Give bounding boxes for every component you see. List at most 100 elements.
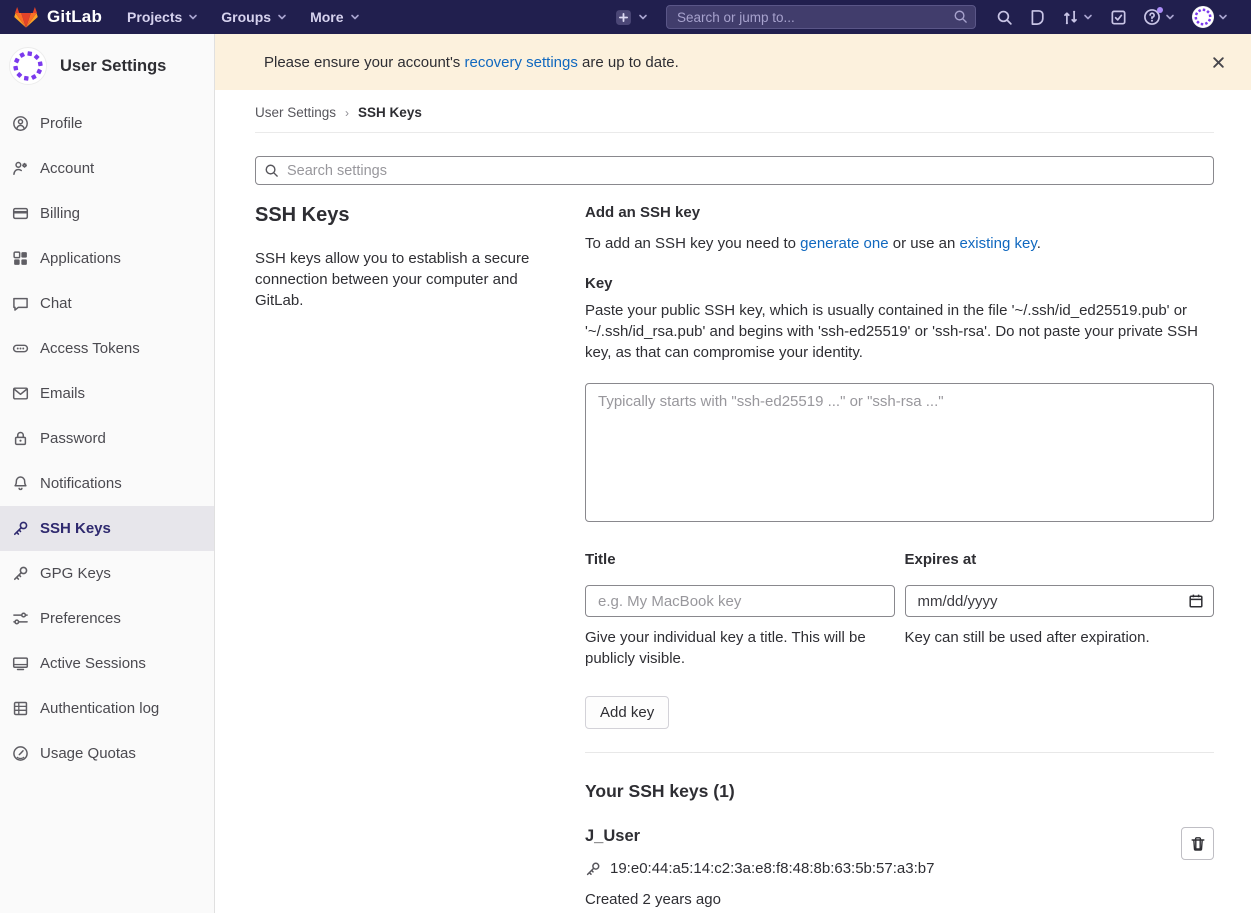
- ssh-key-item: J_User 19:e0:44:a5:14:c2:3a:e8:f8:48:8b:…: [585, 827, 1214, 913]
- search-icon: [996, 9, 1013, 26]
- profile-icon: [12, 115, 29, 132]
- sidebar-item[interactable]: Billing: [0, 191, 214, 236]
- add-ssh-key-intro: To add an SSH key you need to generate o…: [585, 235, 1214, 252]
- sidebar-item[interactable]: Preferences: [0, 596, 214, 641]
- section-form: Add an SSH key To add an SSH key you nee…: [585, 204, 1214, 913]
- sidebar-item-label: Access Tokens: [40, 340, 140, 357]
- breadcrumb-current: SSH Keys: [358, 105, 422, 120]
- usage-quotas-icon: [12, 745, 29, 762]
- sidebar-item-label: Active Sessions: [40, 655, 146, 672]
- search-icon: [264, 163, 279, 178]
- gitlab-logo-text: GitLab: [47, 7, 102, 27]
- delete-key-button[interactable]: [1181, 827, 1214, 860]
- chevron-down-icon: [1082, 11, 1094, 23]
- notifications-icon: [12, 475, 29, 492]
- billing-icon: [12, 205, 29, 222]
- settings-search-input[interactable]: [255, 156, 1214, 185]
- sidebar-item-label: Authentication log: [40, 700, 159, 717]
- expires-help-text: Key can still be used after expiration.: [905, 627, 1215, 648]
- existing-key-link[interactable]: existing key: [959, 235, 1036, 252]
- sidebar-item-label: Account: [40, 160, 94, 177]
- search-icon: [953, 9, 968, 24]
- section-info: SSH Keys SSH keys allow you to establish…: [255, 204, 585, 913]
- page-layout: User Settings Profile Account Billing: [0, 0, 1251, 913]
- title-help-text: Give your individual key a title. This w…: [585, 627, 895, 669]
- gpg-keys-icon: [12, 565, 29, 582]
- global-search-input[interactable]: [666, 5, 976, 29]
- ssh-key-fingerprint: 19:e0:44:a5:14:c2:3a:e8:f8:48:8b:63:5b:5…: [610, 860, 934, 877]
- close-icon: [1212, 56, 1225, 69]
- expires-label: Expires at: [905, 551, 1215, 568]
- sidebar-item-label: Billing: [40, 205, 80, 222]
- applications-icon: [12, 250, 29, 267]
- ssh-key-created: Created 2 years ago: [585, 891, 1154, 908]
- preferences-icon: [12, 610, 29, 627]
- sidebar-nav: Profile Account Billing Applications: [0, 101, 214, 776]
- title-field: Title Give your individual key a title. …: [585, 551, 895, 669]
- sidebar-item[interactable]: Chat: [0, 281, 214, 326]
- navbar-icon-button[interactable]: [1021, 0, 1054, 34]
- sidebar-item[interactable]: Notifications: [0, 461, 214, 506]
- chevron-right-icon: ›: [345, 106, 349, 120]
- calendar-icon[interactable]: [1188, 593, 1204, 609]
- navbar-menu[interactable]: Projects: [116, 0, 210, 34]
- sidebar-header: User Settings: [0, 34, 214, 101]
- ssh-keys-list: J_User 19:e0:44:a5:14:c2:3a:e8:f8:48:8b:…: [585, 827, 1214, 913]
- navbar-icon-button[interactable]: [988, 0, 1021, 34]
- chevron-down-icon: [637, 11, 649, 23]
- page-description: SSH keys allow you to establish a secure…: [255, 248, 540, 311]
- title-input[interactable]: [585, 585, 895, 617]
- gitlab-logo-icon: [14, 6, 38, 29]
- sidebar-item[interactable]: Access Tokens: [0, 326, 214, 371]
- expires-field: Expires at Key can still be used after e…: [905, 551, 1215, 669]
- chevron-down-icon: [276, 11, 288, 23]
- merge-requests-icon: [1062, 9, 1079, 26]
- navbar-icon-button[interactable]: [1054, 0, 1102, 34]
- sidebar-item[interactable]: Profile: [0, 101, 214, 146]
- plus-icon: [615, 9, 632, 26]
- expires-input[interactable]: [905, 585, 1215, 617]
- new-menu-button[interactable]: [606, 9, 658, 26]
- breadcrumb-user-settings[interactable]: User Settings: [255, 105, 336, 120]
- sidebar-item-label: Emails: [40, 385, 85, 402]
- generate-one-link[interactable]: generate one: [800, 235, 888, 252]
- sidebar-item-label: Profile: [40, 115, 83, 132]
- navbar-menu[interactable]: More: [299, 0, 371, 34]
- sidebar-item-label: Usage Quotas: [40, 745, 136, 762]
- sidebar-item[interactable]: Usage Quotas: [0, 731, 214, 776]
- navbar-icon-button[interactable]: [1135, 0, 1184, 34]
- page-title: SSH Keys: [255, 204, 585, 227]
- sidebar-item[interactable]: Applications: [0, 236, 214, 281]
- alert-dismiss-button[interactable]: [1206, 50, 1231, 75]
- sidebar-item[interactable]: Active Sessions: [0, 641, 214, 686]
- sidebar-item-label: Notifications: [40, 475, 122, 492]
- recovery-settings-link[interactable]: recovery settings: [464, 54, 577, 71]
- navbar-menu[interactable]: Groups: [210, 0, 299, 34]
- sidebar-item[interactable]: Password: [0, 416, 214, 461]
- gitlab-home-link[interactable]: GitLab: [10, 6, 116, 29]
- notification-dot: [1157, 7, 1163, 13]
- sidebar-title[interactable]: User Settings: [60, 57, 166, 76]
- navbar-icon-button[interactable]: [1102, 0, 1135, 34]
- user-avatar: [9, 47, 47, 85]
- ssh-key-textarea[interactable]: [585, 383, 1214, 522]
- sidebar-item[interactable]: SSH Keys: [0, 506, 214, 551]
- authentication-log-icon: [12, 700, 29, 717]
- add-key-button[interactable]: Add key: [585, 696, 669, 729]
- navbar-icon-buttons: [988, 0, 1237, 34]
- sidebar-item[interactable]: Account: [0, 146, 214, 191]
- add-ssh-key-heading: Add an SSH key: [585, 204, 1214, 221]
- sidebar-item-label: GPG Keys: [40, 565, 111, 582]
- chevron-down-icon: [1217, 11, 1229, 23]
- top-navbar: GitLab Projects Groups More: [0, 0, 1251, 34]
- sidebar-item-label: Chat: [40, 295, 72, 312]
- main-area: Please ensure your account's recovery se…: [215, 34, 1251, 913]
- title-label: Title: [585, 551, 895, 568]
- sidebar-item[interactable]: Emails: [0, 371, 214, 416]
- chevron-down-icon: [187, 11, 199, 23]
- sidebar-item-label: SSH Keys: [40, 520, 111, 537]
- settings-search: [255, 156, 1214, 185]
- sidebar-item[interactable]: Authentication log: [0, 686, 214, 731]
- navbar-icon-button[interactable]: [1184, 0, 1237, 34]
- sidebar-item[interactable]: GPG Keys: [0, 551, 214, 596]
